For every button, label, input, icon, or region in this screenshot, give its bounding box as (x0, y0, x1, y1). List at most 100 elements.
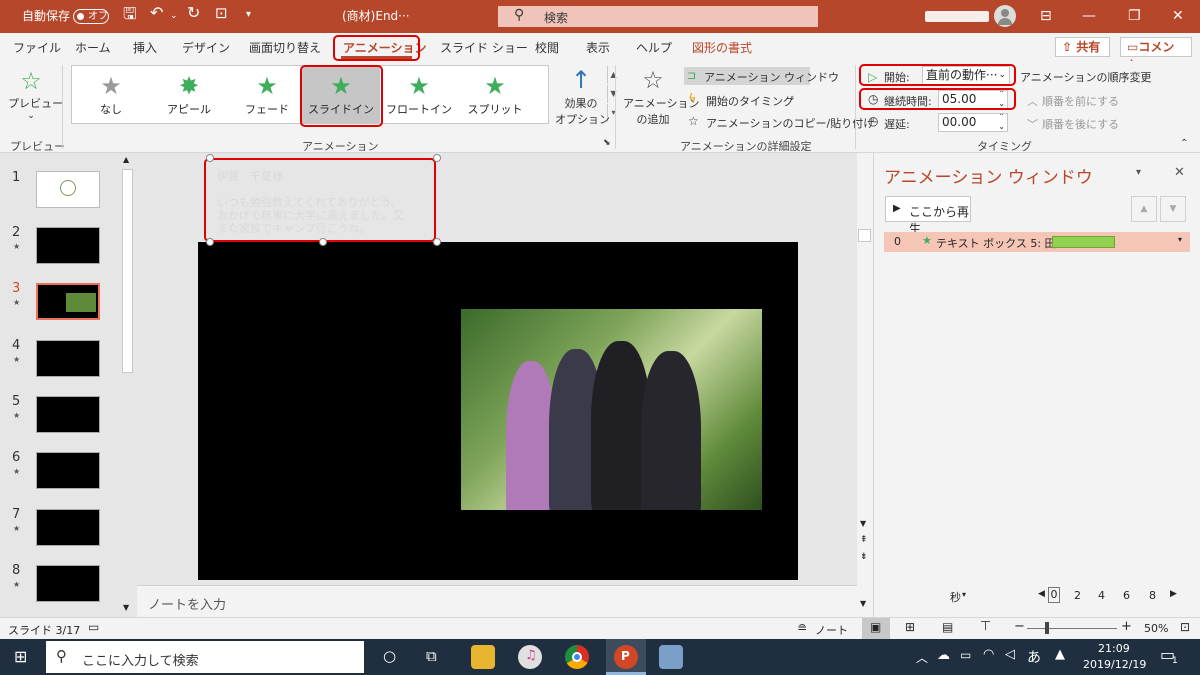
comment-button[interactable]: ▭コメント (1120, 37, 1192, 72)
tab-design[interactable]: デザイン (182, 39, 230, 56)
resize-handle[interactable] (319, 238, 327, 246)
seconds-dropdown-icon[interactable]: ▾ (962, 590, 966, 599)
ime-indicator[interactable]: あ (1027, 647, 1041, 667)
wifi-icon[interactable]: ◠ (983, 647, 994, 662)
thumbnail-scrollbar[interactable]: ▲ ▼ (119, 153, 136, 617)
tab-review[interactable]: 校閲 (535, 39, 559, 56)
move-up-button[interactable]: ▲ (1131, 196, 1157, 222)
timeline-bar[interactable] (1052, 236, 1115, 248)
scroll-thumb[interactable] (122, 169, 133, 373)
move-later-button[interactable]: 順番を後にする (1042, 116, 1119, 132)
close-window-icon[interactable]: ✕ (1172, 8, 1184, 24)
autosave-toggle[interactable]: オフ (73, 9, 109, 24)
powerpoint-taskbar-slot[interactable]: P (606, 639, 646, 675)
volume-icon[interactable]: ◁ (1005, 647, 1015, 662)
tab-insert[interactable]: 挿入 (133, 39, 157, 56)
resize-handle[interactable] (433, 154, 441, 162)
present-icon[interactable]: ⊡ (215, 6, 228, 21)
ruler-left-icon[interactable]: ◀ (1038, 589, 1045, 599)
zoom-level[interactable]: 50% (1144, 622, 1168, 635)
play-from-button[interactable]: ▶ ここから再生 (885, 196, 971, 236)
restore-icon[interactable]: ❐ (1128, 8, 1141, 24)
slide-thumbnail-1[interactable] (36, 171, 100, 208)
tab-slideshow[interactable]: スライド ショー (440, 39, 528, 56)
accessibility-icon[interactable]: ▭ (88, 620, 99, 634)
slide-thumbnail-5[interactable] (36, 396, 100, 433)
title-search-box[interactable]: ⚲ 検索 (498, 6, 818, 27)
gallery-scroll-up-icon[interactable]: ▲ (607, 66, 619, 84)
move-earlier-button[interactable]: 順番を前にする (1042, 93, 1119, 109)
slide-sorter-icon[interactable]: ⊞ (905, 620, 915, 634)
move-down-button[interactable]: ▼ (1160, 196, 1186, 222)
paint-app-icon[interactable] (659, 645, 683, 669)
file-explorer-icon[interactable] (471, 645, 495, 669)
animation-list-item[interactable]: 0 ★ テキスト ボックス 5: 田... ▾ (884, 232, 1190, 252)
undo-dropdown-icon[interactable]: ⌄ (170, 9, 178, 23)
animation-none[interactable]: ★ なし (72, 66, 150, 123)
tab-file[interactable]: ファイル (13, 39, 61, 56)
trigger-button[interactable]: ϟ 開始のタイミング ⌄ (688, 91, 803, 109)
fit-slide-icon[interactable]: ⊡ (1180, 620, 1190, 634)
zoom-out-icon[interactable]: − (1014, 619, 1025, 634)
undo-icon[interactable]: ↶ (150, 5, 163, 21)
clock-time[interactable]: 21:09 (1098, 642, 1130, 655)
close-pane-icon[interactable]: ✕ (1174, 165, 1185, 180)
slideshow-view-icon[interactable]: ⊤ (980, 619, 991, 634)
item-dropdown-icon[interactable]: ▾ (1178, 235, 1182, 244)
seconds-label[interactable]: 秒 (950, 589, 961, 605)
itunes-icon[interactable]: ♫ (518, 645, 542, 669)
tab-home[interactable]: ホーム (75, 39, 111, 56)
animation-float-in[interactable]: ★ フロートイン (380, 66, 458, 123)
resize-handle[interactable] (206, 154, 214, 162)
resize-handle[interactable] (206, 238, 214, 246)
ruler-right-icon[interactable]: ▶ (1170, 589, 1177, 599)
reading-view-icon[interactable]: ▤ (942, 620, 953, 634)
editor-scrollbar[interactable]: ▼ ⇞ ⇟ ▼ (857, 153, 873, 617)
animation-appear[interactable]: ✸ アピール (150, 66, 228, 123)
effect-options-button[interactable]: ↑ 効果の オプション (555, 65, 610, 126)
slide-thumbnail-7[interactable] (36, 509, 100, 546)
resize-handle[interactable] (433, 238, 441, 246)
delay-input[interactable]: 00.00 ⌃ ⌄ (938, 113, 1008, 132)
animation-pane-button[interactable]: ⊐ アニメーション ウィンドウ (684, 67, 839, 85)
onedrive-icon[interactable]: ☁ (937, 648, 950, 663)
scroll-up-icon[interactable]: ▲ (123, 155, 129, 164)
cortana-icon[interactable]: ○ (383, 647, 396, 665)
redo-icon[interactable]: ↻ (187, 5, 200, 21)
slide-thumbnail-3[interactable] (36, 283, 100, 320)
tab-shape-format[interactable]: 図形の書式 (692, 39, 752, 56)
account-avatar-icon[interactable] (994, 5, 1016, 27)
scroll-down-icon[interactable]: ▼ (860, 599, 866, 608)
zoom-slider-track[interactable] (1027, 628, 1117, 629)
notes-pane[interactable]: ノートを入力 (137, 585, 857, 617)
tray-expand-icon[interactable]: ︿ (916, 649, 928, 666)
windows-start-icon[interactable]: ⊞ (14, 647, 27, 666)
notes-icon[interactable]: ≘ (797, 621, 807, 635)
zoom-in-icon[interactable]: + (1121, 619, 1132, 634)
add-animation-button[interactable]: ☆ アニメーション の追加 (623, 65, 700, 129)
task-view-icon[interactable]: ⧉ (426, 647, 437, 665)
customize-toolbar-icon[interactable]: ▾ (246, 8, 251, 22)
save-icon[interactable]: 🖫 (123, 6, 137, 22)
spinner-icon[interactable]: ⌃ ⌄ (998, 114, 1005, 131)
animation-painter-button[interactable]: ☆ アニメーションのコピー/貼り付け (688, 113, 874, 131)
normal-view-button[interactable]: ▣ (862, 618, 890, 639)
slide-thumbnail-6[interactable] (36, 452, 100, 489)
adobe-icon[interactable]: ▲ (1055, 647, 1065, 662)
clock-date[interactable]: 2019/12/19 (1083, 658, 1146, 671)
preview-button[interactable]: ☆ プレビュー ⌄ (8, 67, 63, 127)
share-button[interactable]: ⇧ 共有 (1055, 37, 1110, 57)
minimize-icon[interactable]: — (1082, 8, 1096, 24)
zoom-slider-thumb[interactable] (1045, 622, 1049, 634)
notes-button[interactable]: ノート (815, 622, 848, 638)
dialog-launcher-icon[interactable]: ⬊ (603, 138, 611, 148)
slide-thumbnail-8[interactable] (36, 565, 100, 602)
animation-split[interactable]: ★ スプリット (456, 66, 534, 123)
scroll-thumb[interactable] (858, 229, 871, 242)
taskbar-search-box[interactable]: ⚲ ここに入力して検索 (46, 641, 364, 673)
slide-thumbnail-2[interactable] (36, 227, 100, 264)
chrome-icon[interactable] (565, 645, 589, 669)
tab-view[interactable]: 表示 (586, 39, 610, 56)
ribbon-display-options-icon[interactable]: ⊟ (1040, 8, 1052, 24)
collapse-ribbon-icon[interactable]: ⌃ (1180, 138, 1188, 149)
